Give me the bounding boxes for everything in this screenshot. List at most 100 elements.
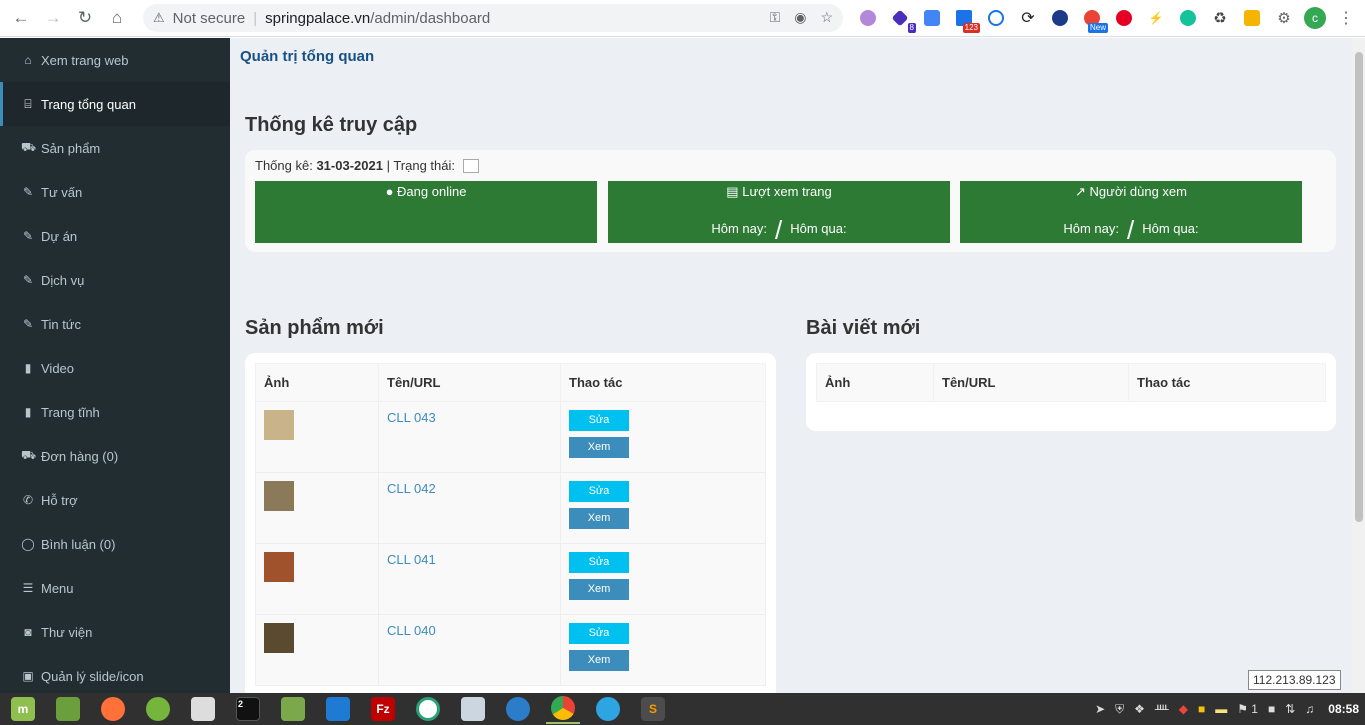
edit-button[interactable]: Sửa [569,410,629,431]
profile-avatar[interactable]: c [1304,7,1326,29]
mail-icon[interactable] [456,694,490,724]
edit-icon: ✎ [22,273,34,287]
key-icon[interactable]: ⚿ [770,9,781,26]
extension-hexagon-icon[interactable]: 8 [888,6,916,33]
not-secure-label: Not secure [172,9,246,27]
address-separator: | [253,9,258,27]
sidebar-item[interactable]: ☰ Menu [0,566,230,610]
kebab-menu-icon[interactable]: ⋮ [1334,6,1358,30]
sidebar-item[interactable]: ▣ Quản lý slide/icon [0,654,230,693]
puzzle-icon[interactable]: ⚙ [1272,6,1296,30]
address-bar[interactable]: ⚠ Not secure | springpalace.vn /admin/da… [143,4,843,32]
edit-button[interactable]: Sửa [569,623,629,644]
sidebar-item[interactable]: ⌸ Trang tổng quan [0,82,230,126]
network-icon[interactable]: ⇅ [1285,702,1295,716]
notes-icon[interactable]: ▬ [1215,702,1227,716]
xmind-icon[interactable] [411,694,445,724]
back-icon[interactable]: ← [6,3,36,33]
edit-button[interactable]: Sửa [569,552,629,573]
extension-purple-icon[interactable] [856,6,880,30]
notification-icon[interactable]: ⚑ 1 [1237,702,1258,716]
calculator-icon[interactable] [141,694,175,724]
edit-button[interactable]: Sửa [569,481,629,502]
sidebar-item[interactable]: ▮ Video [0,346,230,390]
product-thumbnail[interactable] [264,623,294,653]
bluetooth-icon[interactable]: ᚉ [1155,702,1169,716]
products-header-row: Ảnh Tên/URL Thao tác [255,363,766,402]
sidebar-item[interactable]: ✎ Tin tức [0,302,230,346]
sidebar-item[interactable]: ⛟ Đơn hàng (0) [0,434,230,478]
sync-ext-icon[interactable]: ⟳ [1016,6,1040,30]
chrome-icon[interactable] [546,694,580,724]
pinterest-icon[interactable] [1112,6,1136,30]
recycle-icon[interactable]: ♻ [1208,6,1232,30]
person-ext-icon[interactable] [984,6,1008,30]
view-button[interactable]: Xem [569,650,629,671]
eye-off-icon[interactable]: ◉ [794,9,806,26]
dropbox-icon[interactable]: ❖ [1134,702,1145,716]
main-content: Quản trị tổng quan Thống kê truy cập Thố… [230,38,1352,693]
sidebar-item[interactable]: ✎ Tư vấn [0,170,230,214]
col-name: Tên/URL [378,363,561,402]
settings-toggle-icon[interactable] [186,694,220,724]
pageviews-today: Hôm nay: [711,221,768,236]
product-thumbnail[interactable] [264,481,294,511]
files-icon[interactable] [51,694,85,724]
terminal-icon[interactable]: 2 [231,694,265,724]
vscode-icon[interactable] [321,694,355,724]
product-thumbnail[interactable] [264,410,294,440]
firefox-icon[interactable] [96,694,130,724]
product-link[interactable]: CLL 041 [387,552,436,567]
table-row: CLL 040 Sửa Xem [255,614,766,686]
view-button[interactable]: Xem [569,579,629,600]
telegram-icon[interactable] [591,694,625,724]
forward-icon[interactable]: → [38,3,68,33]
translate-icon[interactable] [920,6,944,30]
color-ext-icon[interactable] [1240,6,1264,30]
product-link[interactable]: CLL 040 [387,623,436,638]
ip-ext-icon[interactable] [1048,6,1072,30]
view-button[interactable]: Xem [569,508,629,529]
globe-icon[interactable] [501,694,535,724]
sidebar-item[interactable]: ✎ Dịch vụ [0,258,230,302]
grammarly-icon[interactable] [1176,6,1200,30]
stats-label: Thống kê: [255,158,313,173]
calendar-ext-icon[interactable]: 123 [952,6,980,33]
sidebar-item[interactable]: ⛟ Sản phẩm [0,126,230,170]
sidebar-item[interactable]: ✎ Dự án [0,214,230,258]
folder-icon[interactable] [276,694,310,724]
send-icon[interactable]: ➤ [1095,702,1105,716]
view-button[interactable]: Xem [569,437,629,458]
sidebar-item[interactable]: ✆ Hỗ trợ [0,478,230,522]
sidebar-item[interactable]: ◯ Bình luận (0) [0,522,230,566]
home-button-icon[interactable]: ⌂ [102,3,132,33]
star-icon[interactable]: ☆ [820,9,833,26]
page-scrollbar[interactable] [1352,38,1365,693]
products-title: Sản phẩm mới [245,317,384,339]
volume-icon[interactable]: ♫ [1305,702,1314,716]
sublime-icon[interactable]: S [636,694,670,724]
product-link[interactable]: CLL 043 [387,410,436,425]
system-tray: ➤ ⛨ ❖ ᚉ ◆ ■ ▬ ⚑ 1 ■ ⇅ ♫ 08:58 [1095,693,1365,725]
products-table: Ảnh Tên/URL Thao tác CLL 043 Sửa Xem CLL 04… [255,363,766,686]
scrollbar-thumb[interactable] [1355,52,1363,522]
product-link[interactable]: CLL 042 [387,481,436,496]
os-taskbar: m 2 Fz S ➤ ⛨ ❖ ᚉ ◆ ■ ▬ ⚑ 1 ■ ⇅ ♫ 08:58 [0,693,1365,725]
reload-icon[interactable]: ↻ [70,3,100,33]
bolt-icon[interactable]: ⚡ [1144,6,1168,30]
product-thumbnail[interactable] [264,552,294,582]
visitors-title: Người dùng xem [1089,184,1187,199]
sidebar-item[interactable]: ⌂ Xem trang web [0,38,230,82]
edit-icon: ✎ [22,185,34,199]
new-ext-icon[interactable]: New [1080,6,1108,33]
shield-icon[interactable]: ⛨ [1115,702,1124,717]
unikey-icon[interactable]: ■ [1198,702,1205,716]
anydesk-icon[interactable]: ◆ [1179,702,1188,716]
lock-icon[interactable]: ■ [1268,702,1275,716]
sidebar-item[interactable]: ◙ Thư viện [0,610,230,654]
book-icon: ▮ [24,361,32,375]
filezilla-icon[interactable]: Fz [366,694,400,724]
mint-menu-icon[interactable]: m [6,694,40,724]
posts-col-name: Tên/URL [933,363,1129,402]
sidebar-item[interactable]: ▮ Trang tĩnh [0,390,230,434]
